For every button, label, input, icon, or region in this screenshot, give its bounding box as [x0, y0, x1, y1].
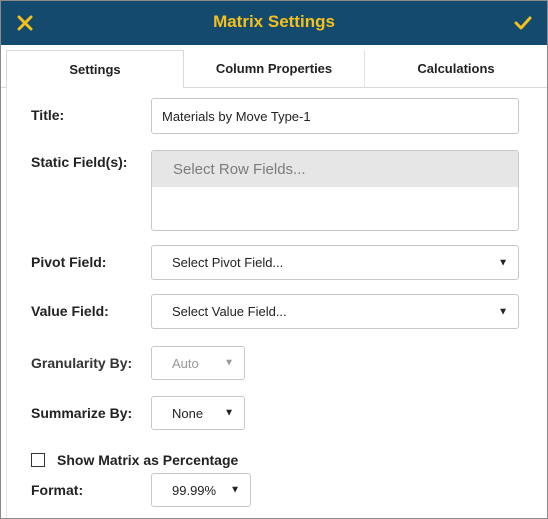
tab-settings[interactable]: Settings [6, 50, 184, 88]
percentage-label: Show Matrix as Percentage [57, 452, 239, 468]
tab-bar: Settings Column Properties Calculations [1, 45, 547, 88]
static-fields-placeholder: Select Row Fields... [152, 151, 518, 187]
summarize-value: None [172, 405, 204, 421]
tab-column-properties[interactable]: Column Properties [184, 50, 364, 88]
title-label: Title: [31, 107, 65, 123]
value-field-value: Select Value Field... [172, 304, 287, 319]
granularity-label: Granularity By: [31, 355, 133, 371]
chevron-down-icon: ▼ [498, 257, 508, 268]
static-fields-label: Static Field(s): [31, 154, 128, 170]
pivot-field-select[interactable]: Select Pivot Field... ▼ [151, 245, 519, 280]
format-value: 99.99% [172, 482, 217, 498]
granularity-select: Auto ▼ [151, 346, 245, 380]
percentage-checkbox[interactable] [31, 453, 45, 467]
title-input[interactable] [151, 98, 519, 134]
percentage-checkbox-row[interactable]: Show Matrix as Percentage [31, 452, 238, 468]
chevron-down-icon: ▼ [230, 484, 240, 496]
format-label: Format: [31, 482, 84, 498]
matrix-settings-dialog: Matrix Settings Settings Column Properti… [0, 0, 548, 519]
static-fields-select[interactable]: Select Row Fields... [151, 150, 519, 231]
tab-calculations[interactable]: Calculations [364, 50, 547, 88]
confirm-button[interactable] [509, 9, 537, 37]
summarize-select[interactable]: None ▼ [151, 396, 245, 430]
summarize-label: Summarize By: [31, 405, 133, 421]
chevron-down-icon: ▼ [224, 407, 234, 419]
pivot-field-value: Select Pivot Field... [172, 255, 284, 270]
value-field-select[interactable]: Select Value Field... ▼ [151, 294, 519, 329]
check-icon [514, 16, 532, 30]
dialog-title: Matrix Settings [213, 12, 335, 31]
granularity-value: Auto [172, 355, 199, 371]
chevron-down-icon: ▼ [498, 306, 508, 317]
pivot-field-label: Pivot Field: [31, 254, 107, 270]
dialog-header: Matrix Settings [1, 1, 547, 45]
format-select[interactable]: 99.99% ▼ [151, 473, 251, 507]
chevron-down-icon: ▼ [224, 357, 234, 369]
value-field-label: Value Field: [31, 303, 109, 319]
